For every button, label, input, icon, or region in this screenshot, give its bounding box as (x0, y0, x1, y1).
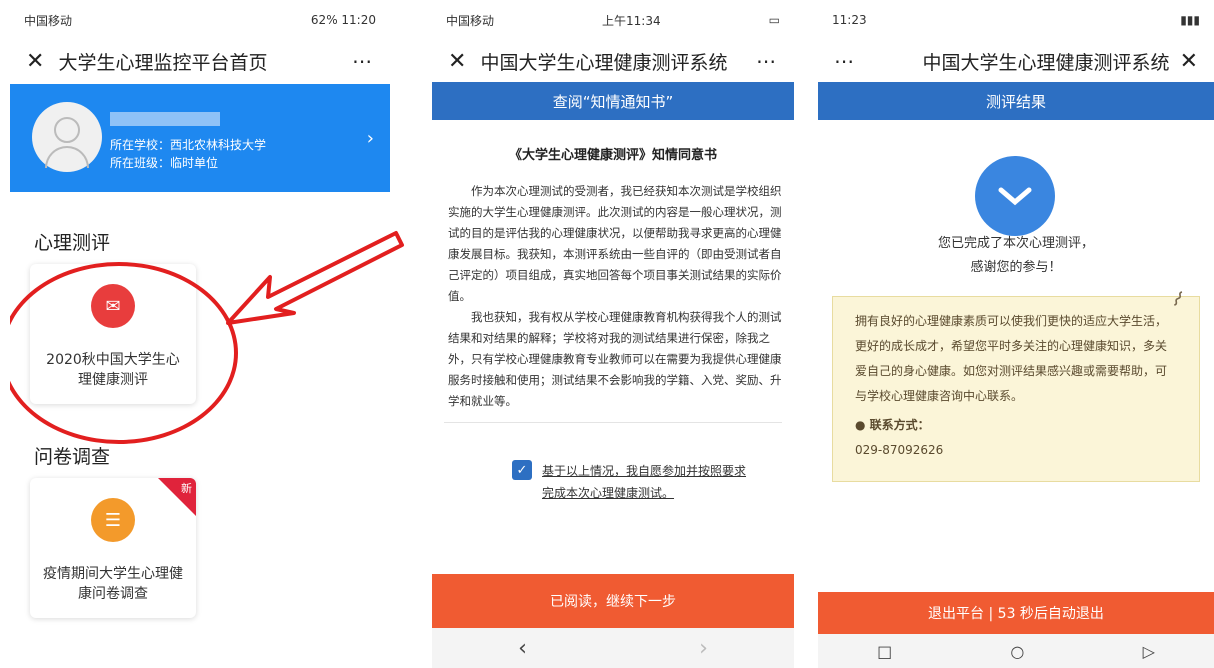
agree-checkbox-row[interactable]: ✓ 基于以上情况，我自愿参加并按照要求完成本次心理健康测试。 (512, 460, 752, 504)
browser-nav: ‹ › (432, 628, 794, 668)
close-icon[interactable]: ✕ (448, 49, 466, 74)
status-time: 上午11:34 (602, 13, 661, 28)
exit-button[interactable]: 退出平台 | 53 秒后自动退出 (818, 592, 1214, 634)
divider (444, 422, 782, 423)
complete-message: 您已完成了本次心理测评， (937, 236, 1094, 251)
more-icon[interactable]: ⋯ (352, 49, 374, 73)
more-icon[interactable]: ⋯ (756, 49, 778, 73)
carrier-label: 中国移动 (446, 13, 495, 28)
thanks-message: 感谢您的参与！ (970, 260, 1062, 275)
home-icon[interactable]: ○ (1010, 642, 1024, 661)
carrier-label: 中国移动 (24, 13, 73, 28)
status-bar: 中国移动 62% 11:20 (10, 0, 390, 40)
section-title-survey: 问卷调查 (34, 446, 111, 468)
avatar (32, 102, 102, 172)
page-title: 中国大学生心理健康测评系统 (480, 51, 728, 74)
username-redacted (110, 112, 220, 126)
document-title: 《大学生心理健康测评》知情同意书 (508, 148, 717, 163)
consent-paragraph-2: 我也获知，我有权从学校心理健康教育机构获得我个人的测试结果和对结果的解释；学校将… (448, 310, 782, 408)
forward-arrow-icon[interactable]: › (699, 636, 708, 661)
note-text: 拥有良好的心理健康素质可以使我们更快的适应大学生活，更好的成长成才，希望您平时多… (855, 314, 1168, 403)
recent-apps-icon[interactable]: □ (877, 642, 892, 661)
status-bar: 11:23 ▮▮▮ (818, 0, 1214, 40)
continue-button[interactable]: 已阅读，继续下一步 (432, 574, 794, 628)
banner-header: 测评结果 (818, 82, 1214, 120)
checkbox-checked-icon[interactable]: ✓ (512, 460, 532, 480)
location-icon: ● (855, 418, 866, 432)
battery-icon: ▭ (768, 13, 780, 27)
phone-result-screen: 11:23 ▮▮▮ ⋯ 中国大学生心理健康测评系统 ✕ 测评结果 您已完成了本次… (818, 0, 1214, 668)
more-icon[interactable]: ⋯ (834, 49, 856, 73)
close-icon[interactable]: ✕ (1180, 49, 1198, 74)
status-bar: 中国移动 上午11:34 ▭ (432, 0, 794, 40)
section-title-test: 心理测评 (34, 232, 111, 254)
banner-header: 查阅“知情通知书” (432, 82, 794, 120)
nav-bar: ✕ 中国大学生心理健康测评系统 ⋯ (432, 40, 794, 82)
new-badge-text: 新 (181, 482, 192, 495)
red-highlight-circle (10, 262, 238, 444)
back-triangle-icon[interactable]: ▷ (1143, 642, 1155, 661)
contact-phone: 029-87092626 (855, 443, 944, 457)
class-label: 所在班级：临时单位 (110, 156, 219, 170)
page-title: 中国大学生心理健康测评系统 (922, 51, 1170, 74)
consent-paragraph-1: 作为本次心理测试的受测者，我已经获知本次测试是学校组织实施的大学生心理健康测评。… (448, 184, 782, 303)
paperclip-icon: ⌇ (1167, 286, 1189, 312)
agree-label[interactable]: 基于以上情况，我自愿参加并按照要求完成本次心理健康测试。 (542, 460, 752, 504)
card-label: 疫情期间大学生心理健康问卷调查 (43, 566, 183, 602)
advice-note: ⌇ 拥有良好的心理健康素质可以使我们更快的适应大学生活，更好的成长成才，希望您平… (832, 286, 1200, 482)
phone-consent-screen: 中国移动 上午11:34 ▭ ✕ 中国大学生心理健康测评系统 ⋯ 查阅“知情通知… (432, 0, 794, 668)
contact-label: ● 联系方式： (855, 413, 1177, 438)
nav-bar: ⋯ 中国大学生心理健康测评系统 ✕ (818, 40, 1214, 82)
status-time: 11:23 (832, 13, 867, 27)
status-right: 62% 11:20 (310, 13, 376, 27)
red-arrow-annotation (226, 231, 404, 325)
document-icon: ☰ (91, 498, 135, 542)
success-check-icon (975, 156, 1055, 236)
contact-label-text: 联系方式： (869, 418, 930, 432)
school-label: 所在学校：西北农林科技大学 (110, 138, 267, 152)
chevron-right-icon[interactable]: › (367, 128, 374, 149)
signal-icons: ▮▮▮ (1180, 13, 1200, 27)
page-title: 大学生心理监控平台首页 (58, 51, 268, 74)
close-icon[interactable]: ✕ (26, 49, 44, 74)
nav-bar: ✕ 大学生心理监控平台首页 ⋯ (10, 40, 390, 82)
profile-card[interactable]: 所在学校：西北农林科技大学 所在班级：临时单位 › (10, 84, 390, 192)
system-nav: □ ○ ▷ (818, 634, 1214, 668)
card-survey[interactable]: 新 ☰ 疫情期间大学生心理健康问卷调查 (30, 478, 196, 618)
back-arrow-icon[interactable]: ‹ (518, 636, 527, 661)
